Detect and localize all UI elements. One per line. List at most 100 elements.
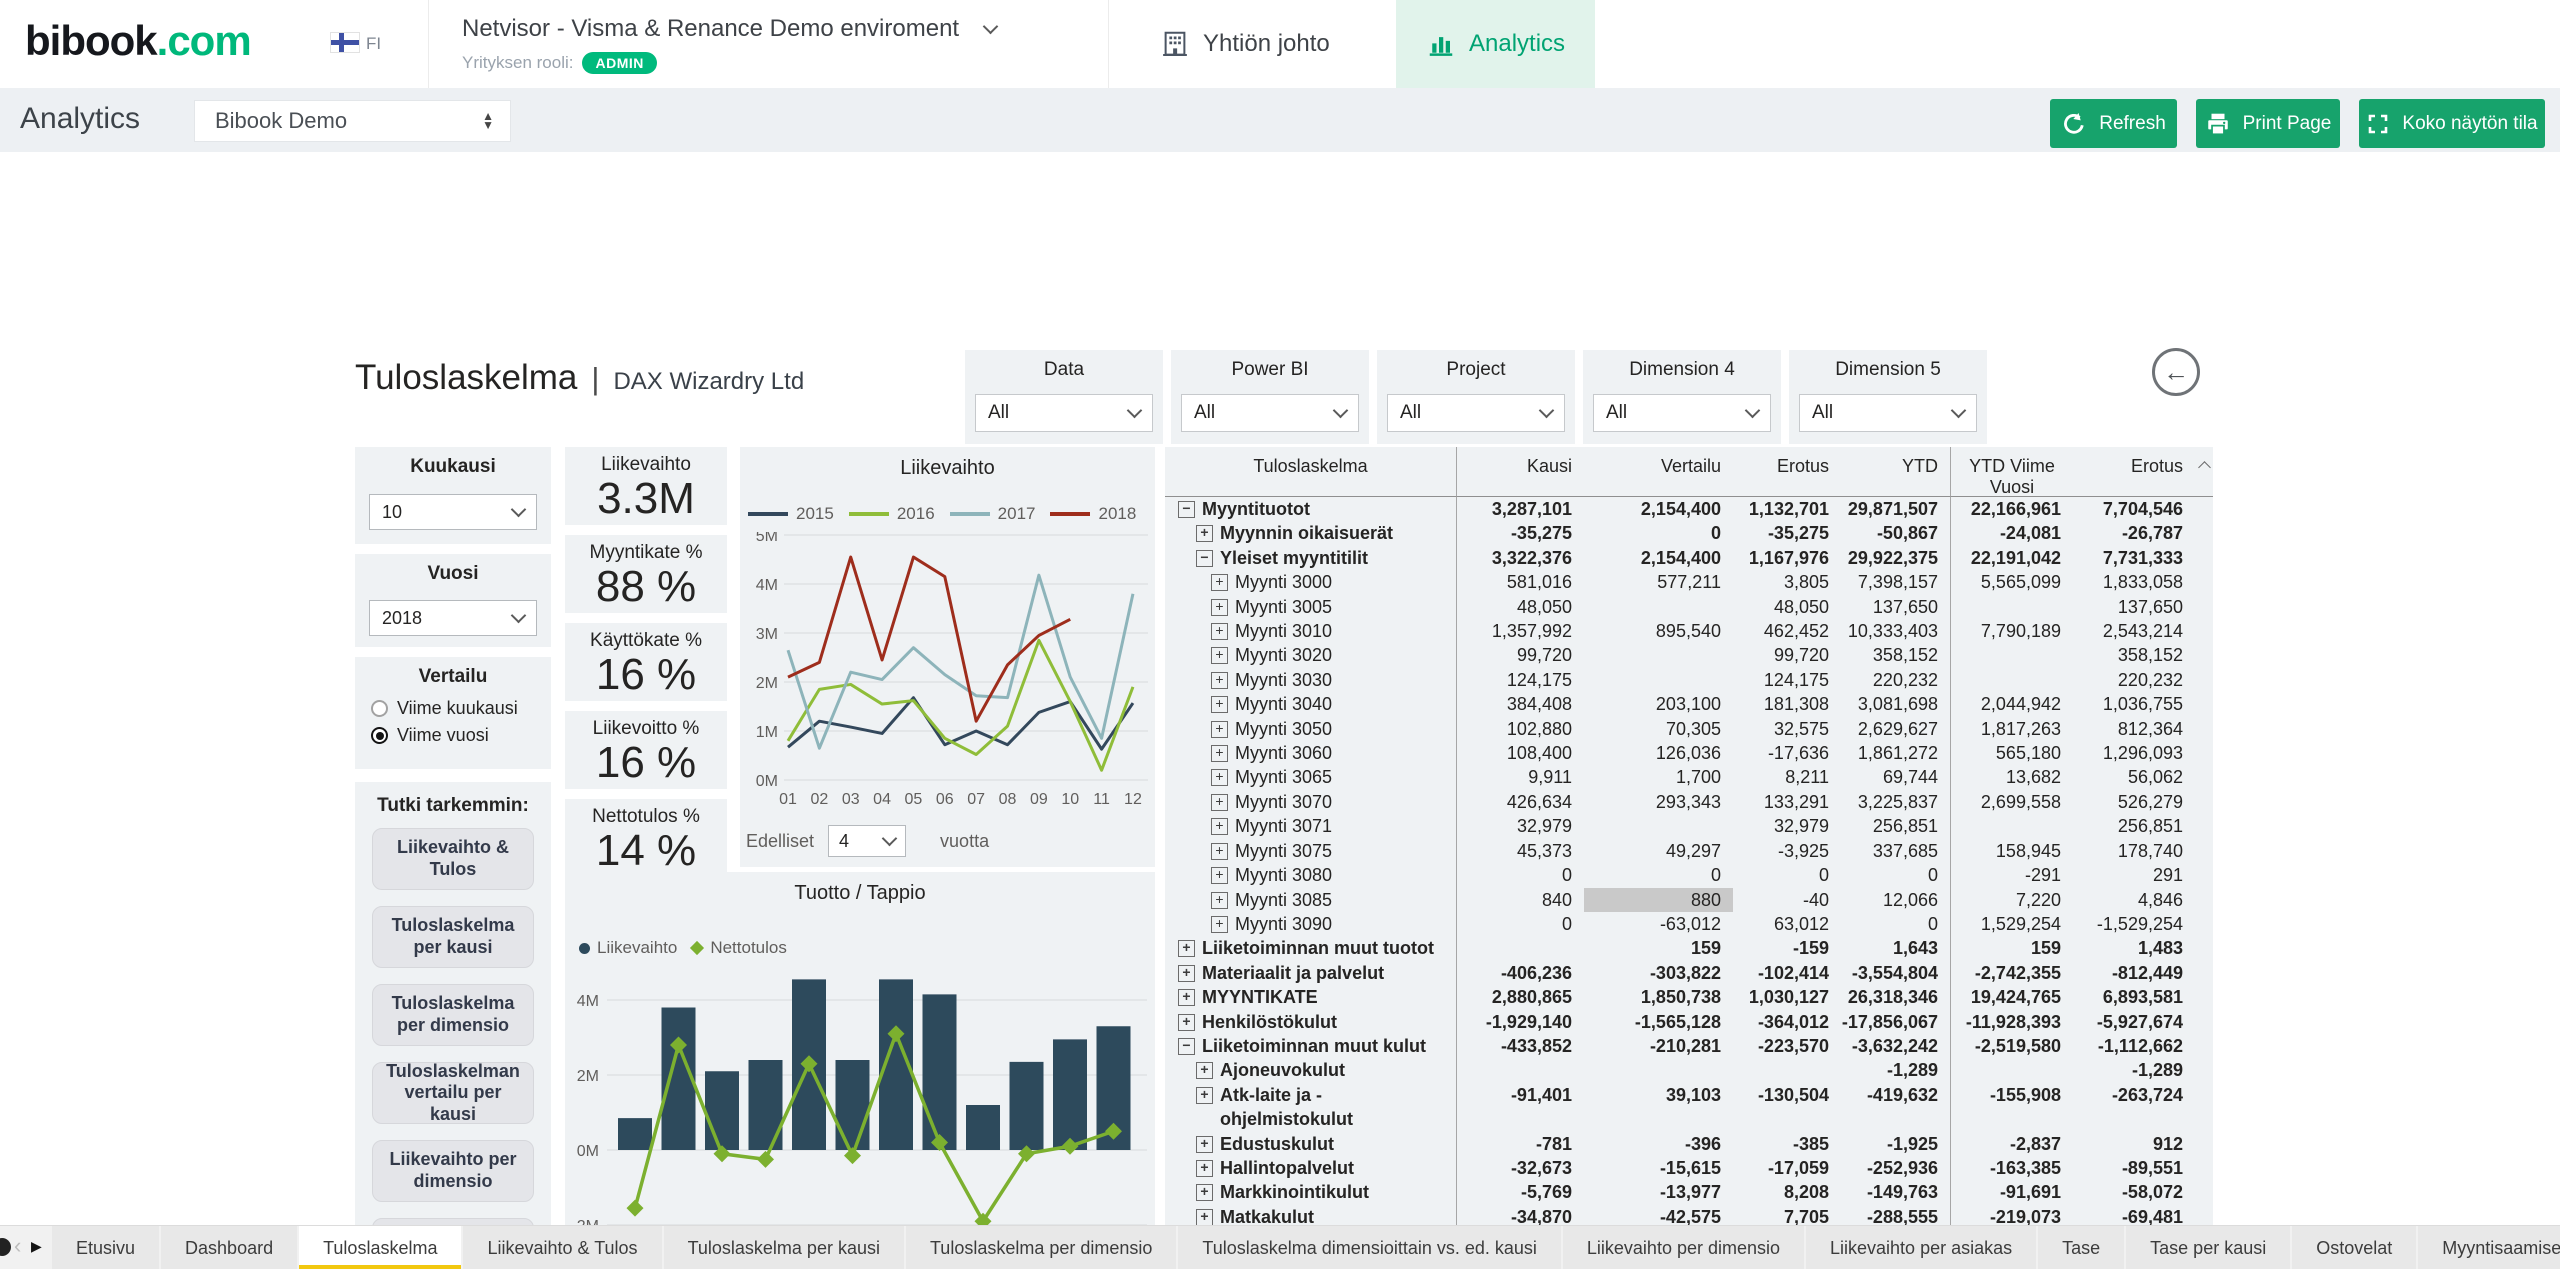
drill-button-5[interactable]: Liikevaihto per dimensio (372, 1140, 534, 1202)
expand-icon[interactable]: + (1211, 721, 1228, 738)
table-row-name[interactable]: +Myynti 3070 (1165, 790, 1457, 814)
page-tab-myyntisaamiset[interactable]: Myyntisaamiset (2418, 1226, 2560, 1269)
table-row-name[interactable]: +MYYNTIKATE (1165, 985, 1457, 1009)
expand-icon[interactable]: + (1196, 1184, 1213, 1201)
expand-icon[interactable]: + (1211, 867, 1228, 884)
page-tab-dashboard[interactable]: Dashboard (161, 1226, 297, 1269)
table-row-name[interactable]: +Edustuskulut (1165, 1132, 1457, 1156)
back-button[interactable]: ← (2152, 348, 2200, 396)
refresh-button[interactable]: Refresh (2050, 99, 2177, 148)
table-row-name[interactable]: +Myynti 3065 (1165, 765, 1457, 789)
table-row-name[interactable]: +Myynti 3040 (1165, 692, 1457, 716)
table-scroll-up-icon[interactable] (2198, 461, 2211, 474)
column-header-ytd-viime-vuosi[interactable]: YTD Viime Vuosi (1951, 447, 2073, 497)
table-row-name[interactable]: +Myynti 3080 (1165, 863, 1457, 887)
drill-button-3[interactable]: Tuloslaskelma per dimensio (372, 984, 534, 1046)
table-row-name[interactable]: +Myynti 3075 (1165, 839, 1457, 863)
slicer-dropdown[interactable]: All (1799, 394, 1977, 432)
page-tab-tuloslaskelma-per-dimensio[interactable]: Tuloslaskelma per dimensio (906, 1226, 1176, 1269)
table-row-name[interactable]: +Myynnin oikaisuerät (1165, 521, 1457, 545)
expand-icon[interactable]: + (1178, 965, 1195, 982)
nav-tab-company-management[interactable]: Yhtiön johto (1130, 0, 1360, 88)
expand-icon[interactable]: + (1178, 989, 1195, 1006)
tabs-scroll-left-icon[interactable]: ‹ (14, 1233, 21, 1259)
expand-icon[interactable]: + (1211, 794, 1228, 811)
column-header-kausi[interactable]: Kausi (1457, 447, 1584, 497)
table-row-name[interactable]: −Yleiset myyntitilit (1165, 546, 1457, 570)
drill-button-2[interactable]: Tuloslaskelma per kausi (372, 906, 534, 968)
page-tab-liikevaihto-tulos[interactable]: Liikevaihto & Tulos (463, 1226, 661, 1269)
table-row-name[interactable]: +Markkinointikulut (1165, 1180, 1457, 1204)
table-row-name[interactable]: −Liiketoiminnan muut kulut (1165, 1034, 1457, 1058)
expand-icon[interactable]: + (1211, 892, 1228, 909)
expand-icon[interactable]: + (1211, 843, 1228, 860)
page-tab-liikevaihto-per-asiakas[interactable]: Liikevaihto per asiakas (1806, 1226, 2036, 1269)
page-tab-ostovelat[interactable]: Ostovelat (2292, 1226, 2416, 1269)
expand-icon[interactable]: + (1211, 916, 1228, 933)
tabs-scroll-right-icon[interactable]: ▶ (31, 1238, 42, 1255)
page-tab-tase[interactable]: Tase (2038, 1226, 2124, 1269)
table-row-name[interactable]: +Myynti 3071 (1165, 814, 1457, 838)
expand-icon[interactable]: + (1211, 696, 1228, 713)
expand-icon[interactable]: + (1211, 672, 1228, 689)
slicer-dropdown[interactable]: All (1593, 394, 1771, 432)
expand-icon[interactable]: + (1211, 647, 1228, 664)
radio-viime-vuosi[interactable]: Viime vuosi (371, 725, 489, 746)
expand-icon[interactable]: + (1196, 525, 1213, 542)
table-row-name[interactable]: +Myynti 3005 (1165, 595, 1457, 619)
collapse-icon[interactable]: − (1196, 550, 1213, 567)
expand-icon[interactable]: + (1211, 818, 1228, 835)
page-tab-tuloslaskelma-dimensioittain-vs-ed-kausi[interactable]: Tuloslaskelma dimensioittain vs. ed. kau… (1178, 1226, 1560, 1269)
expand-icon[interactable]: + (1196, 1209, 1213, 1226)
table-row-name[interactable]: +Myynti 3060 (1165, 741, 1457, 765)
table-row-name[interactable]: +Materiaalit ja palvelut (1165, 961, 1457, 985)
expand-icon[interactable]: + (1211, 769, 1228, 786)
collapse-icon[interactable]: − (1178, 501, 1195, 518)
month-dropdown[interactable]: 10 (369, 494, 537, 530)
table-row-name[interactable]: +Liiketoiminnan muut tuotot (1165, 936, 1457, 960)
app-logo[interactable]: bibook.com (25, 17, 251, 65)
table-row-name[interactable]: +Myynti 3010 (1165, 619, 1457, 643)
table-row-name[interactable]: +Henkilöstökulut (1165, 1010, 1457, 1034)
nav-tab-analytics[interactable]: Analytics (1396, 0, 1595, 88)
expand-icon[interactable]: + (1178, 940, 1195, 957)
period-dropdown[interactable]: 4 (828, 825, 906, 857)
expand-icon[interactable]: + (1196, 1160, 1213, 1177)
slicer-dropdown[interactable]: All (1387, 394, 1565, 432)
expand-icon[interactable]: + (1196, 1087, 1213, 1104)
column-header-erotus-2[interactable]: Erotus (2073, 447, 2195, 497)
table-row-name[interactable]: +Atk-laite ja -ohjelmistokulut (1165, 1083, 1457, 1132)
table-row-name[interactable]: −Myyntituotot (1165, 497, 1457, 521)
expand-icon[interactable]: + (1196, 1062, 1213, 1079)
expand-icon[interactable]: + (1211, 574, 1228, 591)
drill-button-4[interactable]: Tuloslaskelman vertailu per kausi (372, 1062, 534, 1124)
table-scroll-up[interactable] (2195, 447, 2213, 497)
page-tab-tase-per-kausi[interactable]: Tase per kausi (2126, 1226, 2290, 1269)
table-row-name[interactable]: +Myynti 3050 (1165, 717, 1457, 741)
page-tab-liikevaihto-per-dimensio[interactable]: Liikevaihto per dimensio (1563, 1226, 1804, 1269)
page-tab-tuloslaskelma[interactable]: Tuloslaskelma (299, 1226, 461, 1269)
drill-button-1[interactable]: Liikevaihto & Tulos (372, 828, 534, 890)
column-header-vertailu[interactable]: Vertailu (1584, 447, 1733, 497)
finland-flag-icon[interactable] (330, 32, 360, 53)
workspace-select[interactable]: Bibook Demo ▲▼ (194, 100, 511, 142)
slicer-dropdown[interactable]: All (975, 394, 1153, 432)
expand-icon[interactable]: + (1178, 1014, 1195, 1031)
expand-icon[interactable]: + (1211, 623, 1228, 640)
table-row-name[interactable]: +Myynti 3020 (1165, 643, 1457, 667)
print-page-button[interactable]: Print Page (2196, 99, 2340, 148)
expand-icon[interactable]: + (1211, 599, 1228, 616)
table-row-name[interactable]: +Myynti 3085 (1165, 888, 1457, 912)
company-selector[interactable]: Netvisor - Visma & Renance Demo envirome… (462, 15, 1102, 74)
table-row-name[interactable]: +Myynti 3030 (1165, 668, 1457, 692)
column-header-erotus[interactable]: Erotus (1733, 447, 1841, 497)
table-row-name[interactable]: +Myynti 3000 (1165, 570, 1457, 594)
table-row-name[interactable]: +Hallintopalvelut (1165, 1156, 1457, 1180)
slicer-dropdown[interactable]: All (1181, 394, 1359, 432)
year-dropdown[interactable]: 2018 (369, 600, 537, 636)
table-row-name[interactable]: +Ajoneuvokulut (1165, 1058, 1457, 1082)
expand-icon[interactable]: + (1196, 1136, 1213, 1153)
page-tab-tuloslaskelma-per-kausi[interactable]: Tuloslaskelma per kausi (664, 1226, 904, 1269)
fullscreen-button[interactable]: Koko näytön tila (2359, 99, 2545, 148)
column-header-ytd[interactable]: YTD (1841, 447, 1951, 497)
